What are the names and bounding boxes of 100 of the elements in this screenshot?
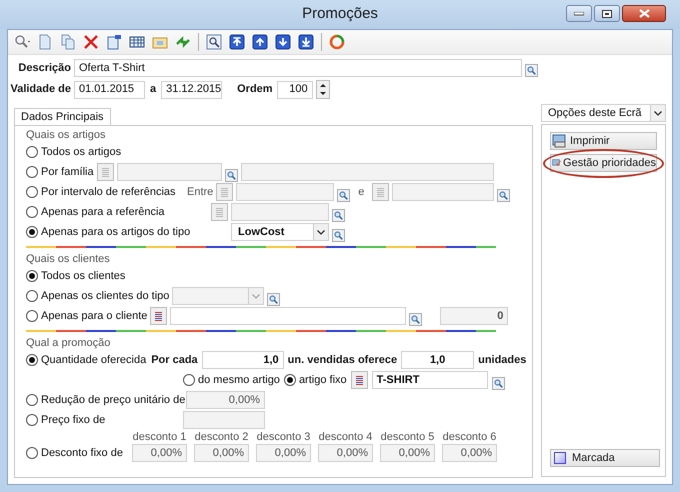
- label: Descrição: [18, 60, 71, 76]
- radio-option[interactable]: Redução de preço unitário de: [26, 392, 186, 408]
- search-button[interactable]: [224, 169, 238, 182]
- caret-icon: [317, 230, 325, 234]
- text-field[interactable]: [170, 307, 406, 325]
- search-button[interactable]: [267, 293, 280, 306]
- search-button[interactable]: [337, 189, 350, 202]
- search-icon[interactable]: [14, 34, 30, 50]
- caret-icon: [654, 110, 662, 116]
- text-field[interactable]: 0,00%: [194, 444, 249, 462]
- radio-option[interactable]: artigo fixo: [284, 372, 347, 388]
- text-field[interactable]: [240, 163, 494, 181]
- text-field[interactable]: T-SHIRT: [372, 371, 488, 389]
- picker-button[interactable]: [350, 371, 368, 389]
- spinner-button[interactable]: [316, 80, 330, 99]
- arrow-up-icon[interactable]: [252, 34, 268, 50]
- radio-option[interactable]: Apenas para o cliente: [26, 308, 148, 324]
- option-button[interactable]: Imprimir: [550, 132, 657, 150]
- list-icon: [377, 188, 384, 196]
- dropdown[interactable]: Opções deste Ecrã: [541, 104, 666, 122]
- label: desconto 2: [194, 431, 248, 444]
- label: desconto 3: [256, 431, 310, 444]
- copy-icon[interactable]: [60, 34, 76, 50]
- label: desconto 1: [132, 431, 186, 444]
- label: un. vendidas oferece: [288, 352, 398, 368]
- caret-icon: [252, 294, 260, 298]
- text-field[interactable]: 1,0: [401, 351, 474, 369]
- section-title: Quais os artigos: [26, 128, 106, 142]
- option-button[interactable]: Gestão prioridades: [550, 154, 657, 172]
- refresh-icon[interactable]: [329, 34, 345, 50]
- radio-option[interactable]: do mesmo artigo: [183, 372, 280, 388]
- search-button[interactable]: [492, 377, 505, 390]
- radio-option[interactable]: Por intervalo de referências: [26, 184, 176, 200]
- text-field[interactable]: [183, 411, 265, 429]
- text-field[interactable]: 0,00%: [186, 391, 265, 409]
- search-icon: [226, 171, 236, 180]
- close-button[interactable]: [622, 5, 666, 22]
- search-button[interactable]: [332, 209, 345, 222]
- text-field[interactable]: 0,00%: [380, 444, 435, 462]
- minimize-button[interactable]: [566, 5, 592, 22]
- list-icon: [102, 168, 109, 176]
- search-icon: [334, 211, 343, 220]
- search-icon: [339, 191, 348, 200]
- search-button[interactable]: [525, 64, 538, 77]
- radio-option[interactable]: Todos os clientes: [26, 268, 126, 284]
- preview-icon[interactable]: [206, 34, 222, 50]
- search-button[interactable]: [409, 313, 422, 326]
- checkbox-icon: [554, 452, 566, 464]
- radio-option[interactable]: Preço fixo de: [26, 412, 106, 428]
- picker-button[interactable]: [150, 307, 168, 325]
- tab[interactable]: Dados Principais: [14, 108, 111, 125]
- text-field[interactable]: [392, 183, 494, 201]
- text-field[interactable]: 1,0: [202, 351, 284, 369]
- text-field[interactable]: 0,00%: [132, 444, 187, 462]
- printer-icon: [552, 134, 568, 148]
- arrow-top-icon[interactable]: [229, 34, 245, 50]
- arrow-bottom-icon[interactable]: [298, 34, 314, 50]
- text-field[interactable]: Oferta T-Shirt: [74, 59, 522, 77]
- label: Validade de: [10, 82, 71, 98]
- text-field[interactable]: 01.01.2015: [74, 80, 145, 98]
- radio-option[interactable]: Apenas para os artigos do tipo: [26, 224, 190, 240]
- radio-option[interactable]: Desconto fixo de: [26, 444, 123, 462]
- text-field[interactable]: [116, 163, 222, 181]
- radio-option[interactable]: Por família: [26, 164, 94, 180]
- text-field[interactable]: 100: [276, 80, 313, 98]
- search-icon: [494, 379, 503, 388]
- caret-down-icon: [320, 92, 326, 96]
- radio-option[interactable]: Apenas para a referência: [26, 204, 165, 220]
- label: Por cada: [151, 352, 198, 368]
- search-button[interactable]: [332, 229, 345, 242]
- text-field[interactable]: 0,00%: [442, 444, 497, 462]
- dropdown[interactable]: LowCost: [231, 223, 329, 241]
- text-field[interactable]: [236, 183, 334, 201]
- radio-option[interactable]: Apenas os clientes do tipo: [26, 288, 170, 304]
- section-title: Qual a promoção: [26, 336, 112, 350]
- text-field[interactable]: 0,00%: [318, 444, 373, 462]
- search-icon: [527, 66, 536, 75]
- text-field[interactable]: 0: [440, 307, 508, 325]
- window-icon[interactable]: [106, 34, 122, 50]
- text-field[interactable]: 31.12.2015: [161, 80, 222, 98]
- maximize-button[interactable]: [594, 5, 620, 22]
- arrow-down-icon[interactable]: [275, 34, 291, 50]
- swap-icon[interactable]: [175, 34, 191, 50]
- delete-icon[interactable]: [83, 34, 99, 50]
- search-icon: [411, 315, 420, 324]
- text-field[interactable]: [231, 203, 329, 221]
- document-icon[interactable]: [37, 34, 53, 50]
- radio-option[interactable]: Quantidade oferecida: [26, 352, 146, 368]
- radio-option[interactable]: Todos os artigos: [26, 144, 122, 160]
- search-button[interactable]: [497, 189, 510, 202]
- minimize-icon: [574, 12, 584, 16]
- label: Ordem: [237, 82, 273, 98]
- label: desconto 4: [318, 431, 372, 444]
- grid-icon[interactable]: [129, 34, 145, 50]
- text-field[interactable]: 0,00%: [256, 444, 311, 462]
- list-icon: [216, 208, 223, 216]
- maximize-icon: [602, 10, 612, 18]
- marked-button[interactable]: Marcada: [550, 449, 660, 467]
- label: e: [358, 184, 364, 200]
- search-icon: [269, 295, 278, 304]
